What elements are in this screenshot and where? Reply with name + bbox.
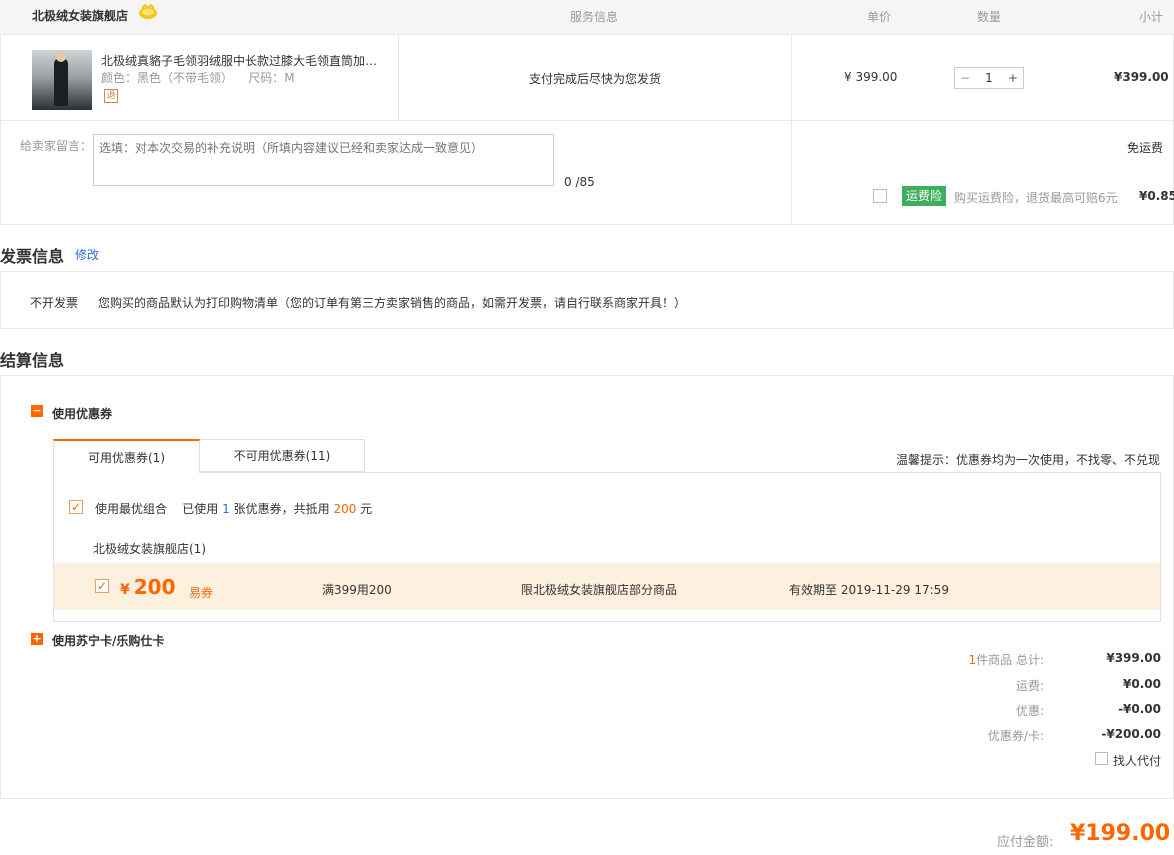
qty-value[interactable]: 1 — [985, 71, 993, 85]
proxy-pay-label[interactable]: 找人代付 — [1113, 752, 1161, 769]
discount-value: -¥0.00 — [1118, 702, 1161, 716]
column-price: 单价 — [867, 10, 892, 24]
tab-unavailable-coupons[interactable]: 不可用优惠券(11) — [199, 439, 365, 472]
best-used-post: 元 — [360, 502, 373, 516]
invoice-title: 发票信息 — [0, 247, 65, 266]
column-subtotal: 小计 — [1139, 10, 1164, 24]
invoice-edit-link[interactable]: 修改 — [75, 246, 99, 263]
payable-amount: ¥199.00 — [1070, 821, 1171, 846]
coupon-shop-name: 北极绒女装旗舰店(1) — [93, 542, 206, 556]
freight-label: 运费: — [1015, 679, 1044, 693]
coupon-checkbox[interactable]: ✓ — [95, 579, 109, 593]
column-service: 服务信息 — [570, 10, 619, 24]
insurance-checkbox[interactable] — [873, 189, 887, 203]
best-used-amount: 200 — [333, 502, 357, 516]
coupon-tip: 温馨提示：优惠券均为一次使用，不找零、不兑现 — [896, 453, 1161, 467]
card-section-toggle[interactable]: 使用苏宁卡/乐购仕卡 — [52, 632, 164, 649]
best-combo-checkbox[interactable]: ✓ — [69, 500, 83, 514]
return-badge: 退 — [104, 89, 118, 103]
insurance-desc: 购买运费险，退货最高可赔6元 — [954, 191, 1118, 205]
coupon-type: 易券 — [189, 586, 214, 600]
items-total-label: 1件商品 总计: — [924, 651, 1045, 668]
store-badge-icon — [138, 3, 158, 20]
message-char-count: 0 /85 — [564, 175, 595, 189]
product-spec: 颜色：黑色（不带毛领） 尺码：M — [101, 71, 295, 85]
coupon-expiry: 有效期至 2019-11-29 17:59 — [789, 583, 949, 597]
insurance-tag: 运费险 — [902, 186, 947, 206]
collapse-icon[interactable]: − — [31, 405, 43, 417]
tab-available-coupons[interactable]: 可用优惠券(1) — [53, 439, 200, 473]
product-title[interactable]: 北极绒真貉子毛领羽绒服中长款过膝大毛领直筒加… — [101, 52, 381, 69]
coupon-amount: ¥200 — [120, 575, 176, 599]
coupon-section-toggle[interactable]: 使用优惠券 — [52, 405, 112, 422]
insurance-price: ¥0.85 — [1139, 189, 1174, 203]
coupon-scope: 限北极绒女装旗舰店部分商品 — [521, 583, 678, 597]
store-name[interactable]: 北极绒女装旗舰店 — [32, 7, 128, 24]
column-quantity: 数量 — [977, 10, 1002, 24]
service-info: 支付完成后尽快为您发货 — [529, 72, 662, 86]
item-subtotal: ¥399.00 — [1114, 70, 1169, 84]
seller-message-input[interactable] — [93, 134, 554, 186]
best-used-count: 1 — [222, 502, 230, 516]
qty-plus-button[interactable]: + — [1008, 71, 1018, 85]
best-combo-label: 使用最优组合 — [95, 502, 168, 516]
coupon-rule: 满399用200 — [322, 583, 392, 597]
coupon-card-label: 优惠券/卡: — [987, 729, 1044, 743]
items-total-value: ¥399.00 — [1106, 651, 1161, 665]
coupon-amount-value: 200 — [133, 575, 176, 599]
expand-icon[interactable]: + — [31, 633, 43, 645]
items-count: 1 — [968, 653, 977, 667]
quantity-stepper[interactable]: − 1 + — [954, 67, 1024, 89]
best-combo-text: 使用最优组合 已使用 1 张优惠券，共抵用 200 元 — [95, 500, 372, 517]
product-thumbnail[interactable] — [32, 50, 92, 110]
unit-price: ¥ 399.00 — [844, 70, 898, 84]
invoice-type: 不开发票 — [30, 296, 79, 310]
coupon-yen: ¥ — [120, 582, 130, 598]
best-used-mid: 张优惠券，共抵用 — [233, 502, 330, 516]
best-used-pre: 已使用 — [182, 502, 219, 516]
items-label-text: 件商品 总计: — [976, 653, 1044, 667]
coupon-card-value: -¥200.00 — [1101, 727, 1161, 741]
qty-minus-button[interactable]: − — [960, 71, 970, 85]
discount-label: 优惠: — [1015, 704, 1044, 718]
free-shipping-label: 免运费 — [1127, 141, 1164, 155]
message-label: 给卖家留言： — [20, 139, 93, 153]
proxy-pay-checkbox[interactable] — [1095, 752, 1108, 765]
invoice-desc: 您购买的商品默认为打印购物清单（您的订单有第三方卖家销售的商品，如需开发票，请自… — [98, 296, 687, 310]
freight-value: ¥0.00 — [1123, 677, 1161, 691]
settlement-title: 结算信息 — [0, 351, 65, 370]
payable-label: 应付金额: — [997, 835, 1054, 850]
